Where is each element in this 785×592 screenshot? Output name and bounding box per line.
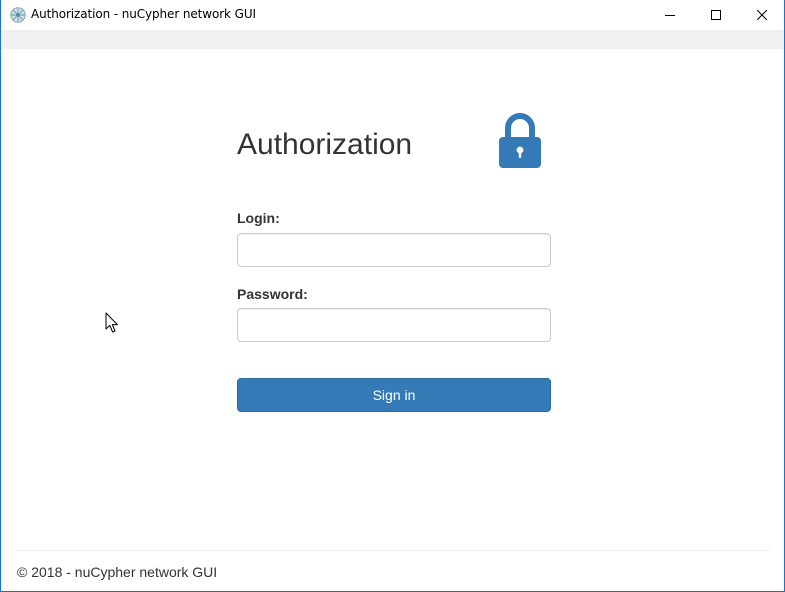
password-label: Password: xyxy=(237,286,308,302)
title-bar[interactable]: Authorization - nuCypher network GUI xyxy=(1,0,784,30)
menu-bar xyxy=(1,30,784,49)
mouse-cursor-icon xyxy=(105,312,118,333)
footer-copyright: © 2018 - nuCypher network GUI xyxy=(17,564,218,580)
login-label: Login: xyxy=(237,210,280,226)
app-window: Authorization - nuCypher network GUI Aut… xyxy=(0,0,785,592)
maximize-button[interactable] xyxy=(693,0,739,30)
window-title: Authorization - nuCypher network GUI xyxy=(31,7,256,21)
login-input[interactable] xyxy=(237,233,551,267)
minimize-icon xyxy=(665,15,675,16)
footer-divider xyxy=(16,550,770,551)
page-title: Authorization xyxy=(237,128,413,161)
sign-in-button[interactable]: Sign in xyxy=(237,378,551,412)
maximize-icon xyxy=(711,10,721,20)
lock-icon xyxy=(499,113,541,168)
nucypher-app-icon xyxy=(10,7,26,23)
password-input[interactable] xyxy=(237,308,551,342)
close-icon xyxy=(757,10,767,20)
minimize-button[interactable] xyxy=(647,0,693,30)
close-button[interactable] xyxy=(739,0,785,30)
